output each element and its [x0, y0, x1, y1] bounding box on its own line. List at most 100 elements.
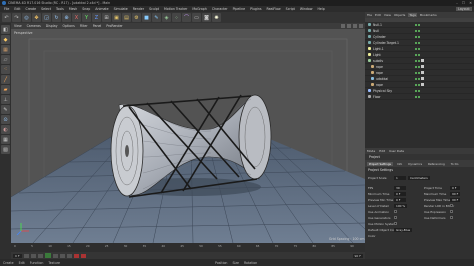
polygons-mode-icon[interactable]: ▰ [1, 85, 10, 94]
next-key-icon[interactable] [59, 253, 65, 258]
menu-script[interactable]: Script [286, 7, 295, 11]
pen-icon[interactable]: ✎ [152, 13, 161, 22]
use-animation-checkbox[interactable] [394, 210, 397, 213]
project-scale-input[interactable]: 1 [394, 175, 406, 180]
live-selection-icon[interactable]: ◎ [22, 13, 31, 22]
attr-menu-edit[interactable]: Edit [379, 149, 385, 153]
prev-frame-icon[interactable] [37, 253, 43, 258]
menu-create[interactable]: Create [26, 7, 37, 11]
menu-sculpt[interactable]: Sculpt [149, 7, 159, 11]
snap-icon[interactable]: ⊙ [1, 115, 10, 124]
coordinate-system-icon[interactable]: ⊞ [102, 13, 111, 22]
menu-character[interactable]: Character [212, 7, 228, 11]
goto-start-icon[interactable] [23, 253, 29, 258]
menu-file[interactable]: File [4, 7, 9, 11]
default-object-color-select[interactable]: Gray-Blue [394, 227, 413, 232]
bottom-function[interactable]: Function [30, 261, 44, 265]
camera-icon[interactable]: ◙ [202, 13, 211, 22]
points-mode-icon[interactable]: ⁖ [1, 65, 10, 74]
sculpt-icon[interactable]: ◐ [1, 125, 10, 134]
maximize-view-icon[interactable] [359, 24, 363, 28]
minimize-button[interactable]: – [456, 1, 458, 5]
object-row[interactable]: Floor [365, 94, 474, 100]
make-editable-icon[interactable]: ◧ [1, 25, 10, 34]
axis-icon[interactable]: ⊥ [1, 95, 10, 104]
viewport-menu-prorender[interactable]: ProRender [106, 24, 122, 28]
layout-selector[interactable]: Layout: [456, 7, 472, 11]
fps-input[interactable]: 30 [394, 185, 406, 190]
undo-icon[interactable]: ↶ [2, 13, 11, 22]
subdivision-icon[interactable]: ◈ [162, 13, 171, 22]
locked-workplane-icon[interactable]: ▦ [1, 135, 10, 144]
obj-menu-view[interactable]: View [384, 13, 391, 17]
menu-animate[interactable]: Animate [95, 7, 108, 11]
menu-pipeline[interactable]: Pipeline [233, 7, 245, 11]
y-axis-icon[interactable]: Y [82, 13, 91, 22]
minimum-time-input[interactable]: 0 F [394, 191, 406, 196]
viewport-menu-cameras[interactable]: Cameras [27, 24, 41, 28]
menu-select[interactable]: Select [41, 7, 51, 11]
obj-menu-file[interactable]: File [367, 13, 372, 17]
menu-tools[interactable]: Tools [56, 7, 64, 11]
start-frame-field[interactable]: 0 F [13, 253, 22, 258]
next-frame-icon[interactable] [52, 253, 58, 258]
workplane-icon[interactable]: ▱ [1, 55, 10, 64]
array-icon[interactable]: ⁘ [172, 13, 181, 22]
preview-max-time-input[interactable]: 90 F [450, 197, 461, 202]
light-icon[interactable]: ✺ [212, 13, 221, 22]
menu-help[interactable]: Help [318, 7, 325, 11]
move-icon[interactable]: ✥ [32, 13, 41, 22]
attr-menu-user-data[interactable]: User Data [389, 149, 404, 153]
zoom-icon[interactable] [347, 24, 351, 28]
bend-deformer-icon[interactable]: ⌒ [182, 13, 191, 22]
render-view-icon[interactable]: ▣ [112, 13, 121, 22]
tab-dynamics[interactable]: Dynamics [406, 162, 424, 166]
autokey-icon[interactable] [80, 253, 86, 258]
menu-window[interactable]: Window [300, 7, 313, 11]
menu-simulate[interactable]: Simulate [114, 7, 128, 11]
material-tag-icon[interactable] [421, 59, 424, 62]
viewport-menu-panel[interactable]: Panel [93, 24, 102, 28]
obj-menu-edit[interactable]: Edit [375, 13, 381, 17]
menu-motion-tracker[interactable]: Motion Tracker [164, 7, 187, 11]
level-of-detail-input[interactable]: 100 % [394, 203, 408, 208]
menu-edit[interactable]: Edit [14, 7, 20, 11]
record-icon[interactable] [73, 253, 79, 258]
end-frame-field[interactable]: 90 F [352, 253, 363, 258]
tab-to-do[interactable]: To Do [449, 162, 461, 166]
close-button[interactable]: ✕ [469, 1, 472, 5]
maximum-time-input[interactable]: 90 F [450, 191, 461, 196]
orbit-icon[interactable] [353, 24, 357, 28]
z-axis-icon[interactable]: Z [92, 13, 101, 22]
floor-icon[interactable]: ▭ [192, 13, 201, 22]
bottom-texture[interactable]: Texture [48, 261, 60, 265]
planar-workplane-icon[interactable]: ▧ [1, 145, 10, 154]
tab-referencing[interactable]: Referencing [426, 162, 447, 166]
pan-icon[interactable] [341, 24, 345, 28]
scale-icon[interactable]: ◲ [42, 13, 51, 22]
use-motion-system-checkbox[interactable] [394, 222, 397, 225]
recent-tools-icon[interactable]: ⊕ [62, 13, 71, 22]
tab-project-settings[interactable]: Project Settings [367, 161, 393, 166]
play-icon[interactable] [44, 253, 51, 258]
attr-menu-mode[interactable]: Mode [367, 149, 375, 153]
obj-menu-bookmarks[interactable]: Bookmarks [420, 13, 437, 17]
goto-end-icon[interactable] [66, 253, 72, 258]
bottom-edit[interactable]: Edit [19, 261, 25, 265]
3d-viewport[interactable] [11, 29, 365, 243]
menu-mesh[interactable]: Mesh [69, 7, 77, 11]
material-tag-icon[interactable] [421, 83, 424, 86]
menu-render[interactable]: Render [133, 7, 144, 11]
viewport-menu-filter[interactable]: Filter [80, 24, 88, 28]
prev-key-icon[interactable] [30, 253, 36, 258]
render-settings-icon[interactable]: ⚙ [132, 13, 141, 22]
viewport-menu-display[interactable]: Display [46, 24, 58, 28]
bottom-create[interactable]: Create [3, 261, 14, 265]
scale-unit-select[interactable]: Centimeters [408, 175, 430, 180]
preview-min-time-input[interactable]: 0 F [394, 197, 406, 202]
menu-realflow[interactable]: RealFlow [267, 7, 281, 11]
rotate-icon[interactable]: ↻ [52, 13, 61, 22]
edges-mode-icon[interactable]: ╱ [1, 75, 10, 84]
render-lod-checkbox[interactable] [450, 204, 453, 207]
x-axis-icon[interactable]: X [72, 13, 81, 22]
